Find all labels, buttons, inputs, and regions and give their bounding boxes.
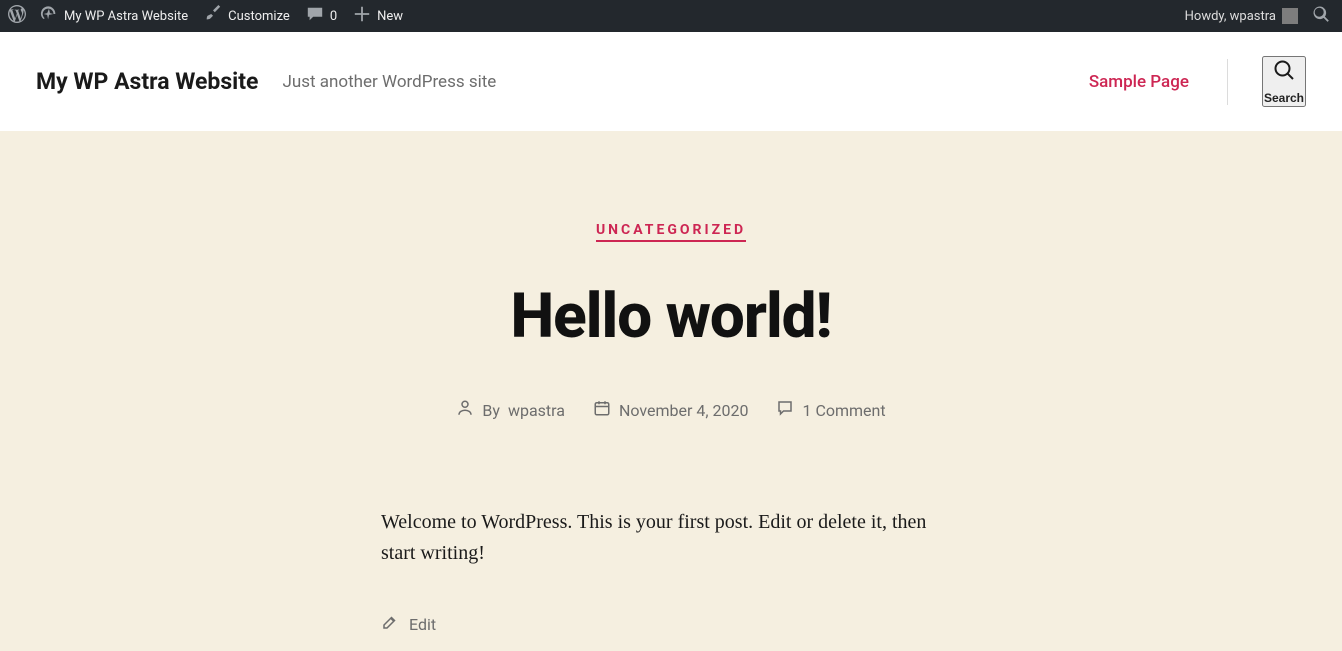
- search-icon: [1312, 5, 1330, 27]
- admin-comments-link[interactable]: 0: [298, 0, 345, 32]
- post-body-text: Welcome to WordPress. This is your first…: [381, 507, 961, 569]
- by-label: By: [482, 401, 500, 420]
- admin-bar-right: Howdy, wpastra: [1177, 0, 1336, 32]
- nav-sample-page[interactable]: Sample Page: [1089, 72, 1189, 92]
- edit-icon: [381, 613, 399, 635]
- post-category-link[interactable]: Uncategorized: [596, 222, 746, 242]
- post-meta: By wpastra November 4, 2020 1 Comment: [191, 399, 1151, 421]
- post-edit-link[interactable]: Edit: [409, 615, 436, 634]
- comment-bubble-icon: [306, 5, 324, 27]
- admin-new-label: New: [377, 9, 403, 24]
- post-edit-row: Edit: [381, 613, 961, 635]
- search-toggle-label: Search: [1264, 91, 1304, 105]
- search-toggle[interactable]: Search: [1262, 56, 1306, 107]
- post-comments-link[interactable]: 1 Comment: [802, 401, 885, 420]
- search-icon: [1272, 58, 1296, 85]
- site-content: Uncategorized Hello world! By wpastra No…: [0, 131, 1342, 651]
- admin-account-link[interactable]: Howdy, wpastra: [1177, 0, 1306, 32]
- post-date-link[interactable]: November 4, 2020: [619, 401, 749, 420]
- post-author-link[interactable]: wpastra: [508, 401, 565, 420]
- admin-comments-count: 0: [330, 9, 337, 24]
- site-tagline: Just another WordPress site: [282, 72, 496, 92]
- comment-icon: [776, 399, 794, 421]
- post-title[interactable]: Hello world!: [191, 280, 1151, 353]
- dashboard-icon: [40, 5, 58, 27]
- wp-admin-bar: My WP Astra Website Customize 0 New Howd…: [0, 0, 1342, 32]
- calendar-icon: [593, 399, 611, 421]
- admin-site-link[interactable]: My WP Astra Website: [32, 0, 196, 32]
- paintbrush-icon: [204, 5, 222, 27]
- post-date-meta: November 4, 2020: [593, 399, 749, 421]
- wordpress-logo-icon: [8, 5, 26, 27]
- plus-icon: [353, 5, 371, 27]
- admin-customize-label: Customize: [228, 9, 290, 24]
- site-header: My WP Astra Website Just another WordPre…: [0, 32, 1342, 131]
- avatar-icon: [1282, 8, 1298, 24]
- person-icon: [456, 399, 474, 421]
- admin-new-link[interactable]: New: [345, 0, 411, 32]
- post-comments-meta: 1 Comment: [776, 399, 885, 421]
- admin-bar-left: My WP Astra Website Customize 0 New: [2, 0, 411, 32]
- nav-divider: [1227, 59, 1228, 105]
- site-title-link[interactable]: My WP Astra Website: [36, 68, 258, 95]
- post-title-link[interactable]: Hello world!: [510, 280, 831, 353]
- admin-search-toggle[interactable]: [1306, 0, 1336, 32]
- wp-logo-menu[interactable]: [2, 0, 32, 32]
- admin-howdy-text: Howdy, wpastra: [1185, 9, 1276, 24]
- admin-customize-link[interactable]: Customize: [196, 0, 298, 32]
- post: Uncategorized Hello world! By wpastra No…: [191, 219, 1151, 635]
- admin-site-name: My WP Astra Website: [64, 9, 188, 24]
- post-author-meta: By wpastra: [456, 399, 565, 421]
